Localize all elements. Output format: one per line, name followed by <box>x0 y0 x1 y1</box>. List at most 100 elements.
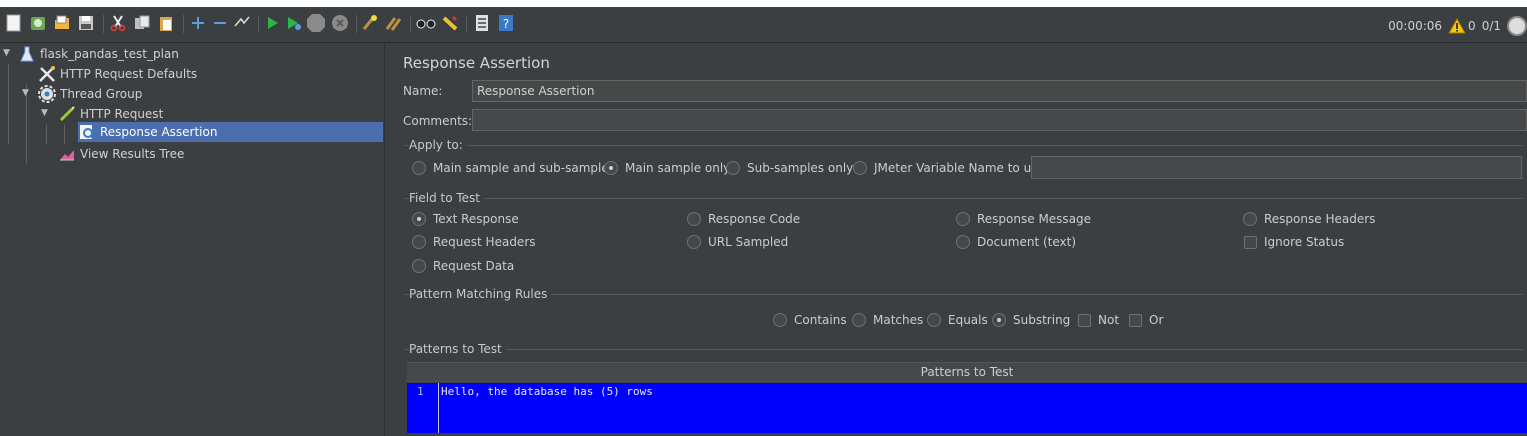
radio-button <box>956 212 970 226</box>
checkbox <box>1244 235 1257 249</box>
active-threads: 0/1 <box>1481 19 1501 33</box>
rule-equals-radio[interactable]: Equals <box>927 313 988 327</box>
jmeter-variable-field[interactable] <box>1031 156 1522 179</box>
patterns-border <box>404 349 1523 350</box>
radio-button <box>412 259 426 273</box>
tree-node-http-request-defaults[interactable]: HTTP Request Defaults <box>38 64 201 84</box>
toolbar-separator <box>183 15 184 33</box>
tree-node-test-plan[interactable]: flask_pandas_test_plan <box>18 44 183 64</box>
stop-icon[interactable] <box>306 12 326 34</box>
elapsed-time: 00:00:06 <box>1388 19 1443 33</box>
function-helper-icon[interactable] <box>472 12 492 34</box>
main-toolbar: ? 00:00:06 0 0/1 <box>0 7 1527 43</box>
new-icon[interactable] <box>4 12 24 34</box>
radio-button <box>687 212 701 226</box>
comments-field[interactable] <box>472 109 1527 131</box>
shutdown-icon[interactable] <box>330 12 350 34</box>
field-response-headers-radio[interactable]: Response Headers <box>1243 212 1375 226</box>
field-response-message-radio[interactable]: Response Message <box>956 212 1091 226</box>
test-plan-icon <box>18 45 36 63</box>
radio-button <box>412 161 426 175</box>
toolbar-separator <box>103 15 104 33</box>
radio-button <box>956 235 970 249</box>
field-to-test-legend: Field to Test <box>409 191 485 205</box>
apply-sub-only-radio[interactable]: Sub-samples only <box>726 161 853 175</box>
pen-icon <box>58 105 76 123</box>
start-no-timers-icon[interactable] <box>284 12 304 34</box>
search-icon[interactable] <box>416 12 436 34</box>
warning-icon[interactable] <box>1448 17 1466 34</box>
toolbar-separator <box>410 15 411 33</box>
radio-button <box>1243 212 1257 226</box>
radio-button <box>852 313 866 327</box>
apply-to-legend: Apply to: <box>409 138 467 152</box>
patterns-editor[interactable]: 1 Hello, the database has (5) rows <box>407 383 1527 433</box>
test-plan-tree: ▼ flask_pandas_test_plan HTTP Request De… <box>0 44 384 436</box>
reset-search-icon[interactable] <box>440 12 460 34</box>
radio-button <box>687 235 701 249</box>
radio-button <box>773 313 787 327</box>
field-to-test-border <box>404 198 1523 199</box>
expand-icon[interactable] <box>188 12 208 34</box>
collapse-arrow-icon[interactable]: ▼ <box>22 88 29 98</box>
name-field[interactable]: Response Assertion <box>472 80 1527 102</box>
start-icon[interactable] <box>262 12 282 34</box>
checkbox <box>1078 313 1091 327</box>
paste-icon[interactable] <box>156 12 176 34</box>
rule-or-checkbox[interactable]: Or <box>1129 313 1163 327</box>
pattern-text[interactable]: Hello, the database has (5) rows <box>441 385 653 398</box>
tree-node-view-results-tree[interactable]: View Results Tree <box>58 144 188 164</box>
radio-button-selected <box>992 313 1006 327</box>
radio-button <box>853 161 867 175</box>
checkbox <box>1129 313 1142 327</box>
response-assertion-panel: Response Assertion Name: Response Assert… <box>392 44 1527 436</box>
warning-count: 0 <box>1468 19 1476 33</box>
field-request-data-radio[interactable]: Request Data <box>412 259 514 273</box>
open-icon[interactable] <box>52 12 72 34</box>
apply-main-and-sub-radio[interactable]: Main sample and sub-samples <box>412 161 615 175</box>
chart-icon <box>58 145 76 163</box>
toggle-icon[interactable] <box>232 12 252 34</box>
tree-node-http-request[interactable]: HTTP Request <box>58 104 167 124</box>
clear-icon[interactable] <box>360 12 380 34</box>
patterns-column-header[interactable]: Patterns to Test <box>407 362 1527 382</box>
rule-contains-radio[interactable]: Contains <box>773 313 847 327</box>
templates-icon[interactable] <box>28 12 48 34</box>
cut-icon[interactable] <box>108 12 128 34</box>
rule-matches-radio[interactable]: Matches <box>852 313 923 327</box>
name-label: Name: <box>403 84 443 98</box>
clear-all-icon[interactable] <box>384 12 404 34</box>
field-request-headers-radio[interactable]: Request Headers <box>412 235 536 249</box>
rule-not-checkbox[interactable]: Not <box>1078 313 1119 327</box>
collapse-arrow-icon[interactable]: ▼ <box>41 108 48 118</box>
tree-guide <box>46 124 47 144</box>
panel-title: Response Assertion <box>403 54 550 72</box>
remote-engines-icon[interactable] <box>1507 16 1527 36</box>
ignore-status-checkbox[interactable]: Ignore Status <box>1244 235 1344 249</box>
line-number: 1 <box>417 385 424 398</box>
rule-substring-radio[interactable]: Substring <box>992 313 1070 327</box>
field-response-code-radio[interactable]: Response Code <box>687 212 800 226</box>
collapse-icon[interactable] <box>210 12 230 34</box>
radio-button <box>726 161 740 175</box>
help-icon[interactable]: ? <box>496 12 516 34</box>
tree-node-thread-group[interactable]: Thread Group <box>38 84 146 104</box>
collapse-arrow-icon[interactable]: ▼ <box>3 48 10 58</box>
comments-label: Comments: <box>403 114 473 128</box>
window-top-edge <box>0 0 1527 7</box>
patterns-legend: Patterns to Test <box>409 342 506 356</box>
field-document-text-radio[interactable]: Document (text) <box>956 235 1076 249</box>
copy-icon[interactable] <box>132 12 152 34</box>
field-text-response-radio[interactable]: Text Response <box>412 212 519 226</box>
tree-node-response-assertion[interactable]: Response Assertion <box>78 122 383 142</box>
pattern-matching-border <box>404 294 1523 295</box>
apply-main-only-radio[interactable]: Main sample only <box>604 161 730 175</box>
field-url-sampled-radio[interactable]: URL Sampled <box>687 235 788 249</box>
save-icon[interactable] <box>76 12 96 34</box>
apply-to-border <box>404 145 1523 146</box>
radio-button <box>927 313 941 327</box>
apply-jmeter-variable-radio[interactable]: JMeter Variable Name to use <box>853 161 1045 175</box>
run-status: 00:00:06 0 0/1 <box>1388 15 1527 37</box>
pane-splitter[interactable] <box>384 44 392 436</box>
toolbar-separator <box>356 15 357 33</box>
